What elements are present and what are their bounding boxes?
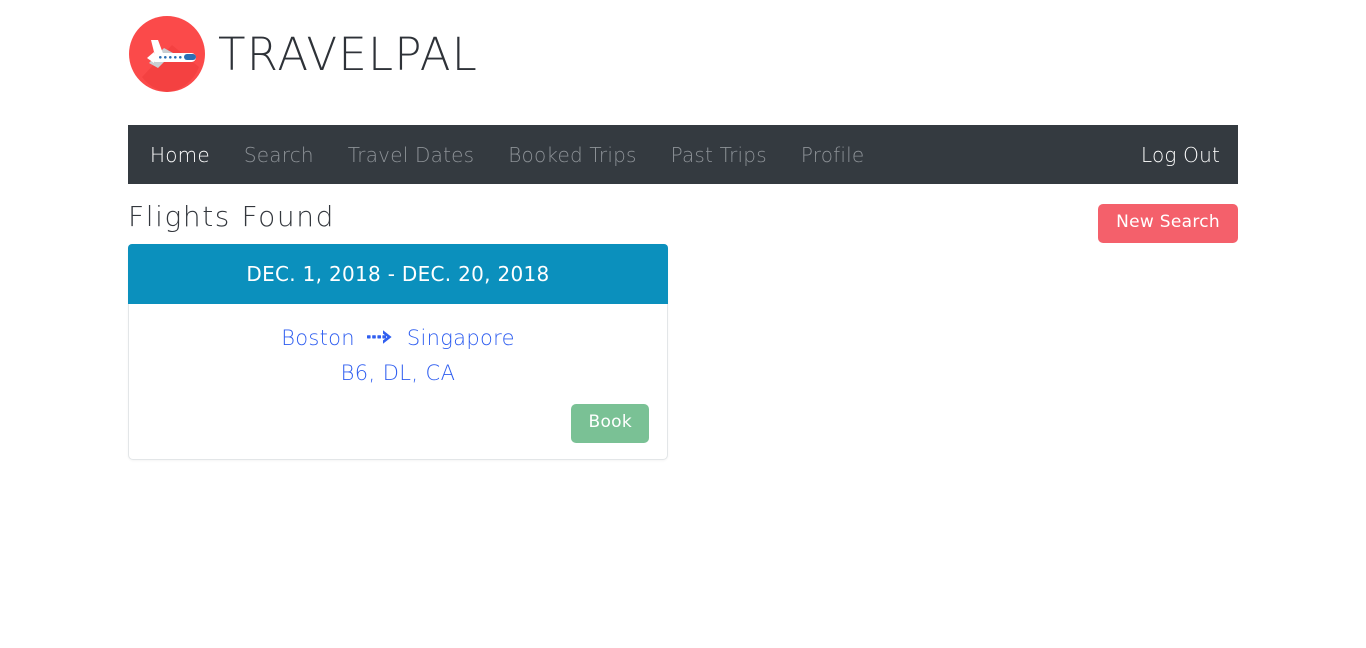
book-button[interactable]: Book [571,403,649,443]
brand-name: TRAVELPAL [218,27,479,81]
flight-card-header: DEC. 1, 2018 - DEC. 20, 2018 [128,244,668,304]
brand-header: TRAVELPAL [128,14,478,94]
log-out-link[interactable]: Log Out [1141,137,1220,173]
app-page: TRAVELPAL Home Search Travel Dates Booke… [0,0,1366,648]
destination-link[interactable]: Singapore [407,326,515,350]
origin-link[interactable]: Boston [281,326,355,350]
nav-item-travel-dates[interactable]: Travel Dates [348,137,474,173]
page-title: Flights Found [128,200,335,233]
nav-secondary-links: Log Out [1141,137,1220,173]
flight-card-actions: Book [147,403,649,443]
nav-item-booked-trips[interactable]: Booked Trips [508,137,636,173]
nav-item-profile[interactable]: Profile [801,137,865,173]
flight-airlines: B6, DL, CA [340,361,456,386]
nav-item-home[interactable]: Home [150,137,210,173]
flight-route: Boston Singapore [147,322,649,355]
main-navbar: Home Search Travel Dates Booked Trips Pa… [128,125,1238,184]
nav-item-search[interactable]: Search [244,137,314,173]
flight-date-range: DEC. 1, 2018 - DEC. 20, 2018 [246,262,550,286]
nav-primary-links: Home Search Travel Dates Booked Trips Pa… [150,137,898,173]
dashed-arrow-right-icon [366,322,395,355]
flight-result-card: DEC. 1, 2018 - DEC. 20, 2018 Boston Sing… [128,244,668,460]
flight-card-body: Boston Singapore B6, DL, CA Book [129,304,667,459]
nav-item-past-trips[interactable]: Past Trips [671,137,767,173]
content-header-row: Flights Found New Search [128,198,1238,250]
airplane-circle-icon [128,15,206,93]
new-search-button[interactable]: New Search [1098,204,1238,243]
